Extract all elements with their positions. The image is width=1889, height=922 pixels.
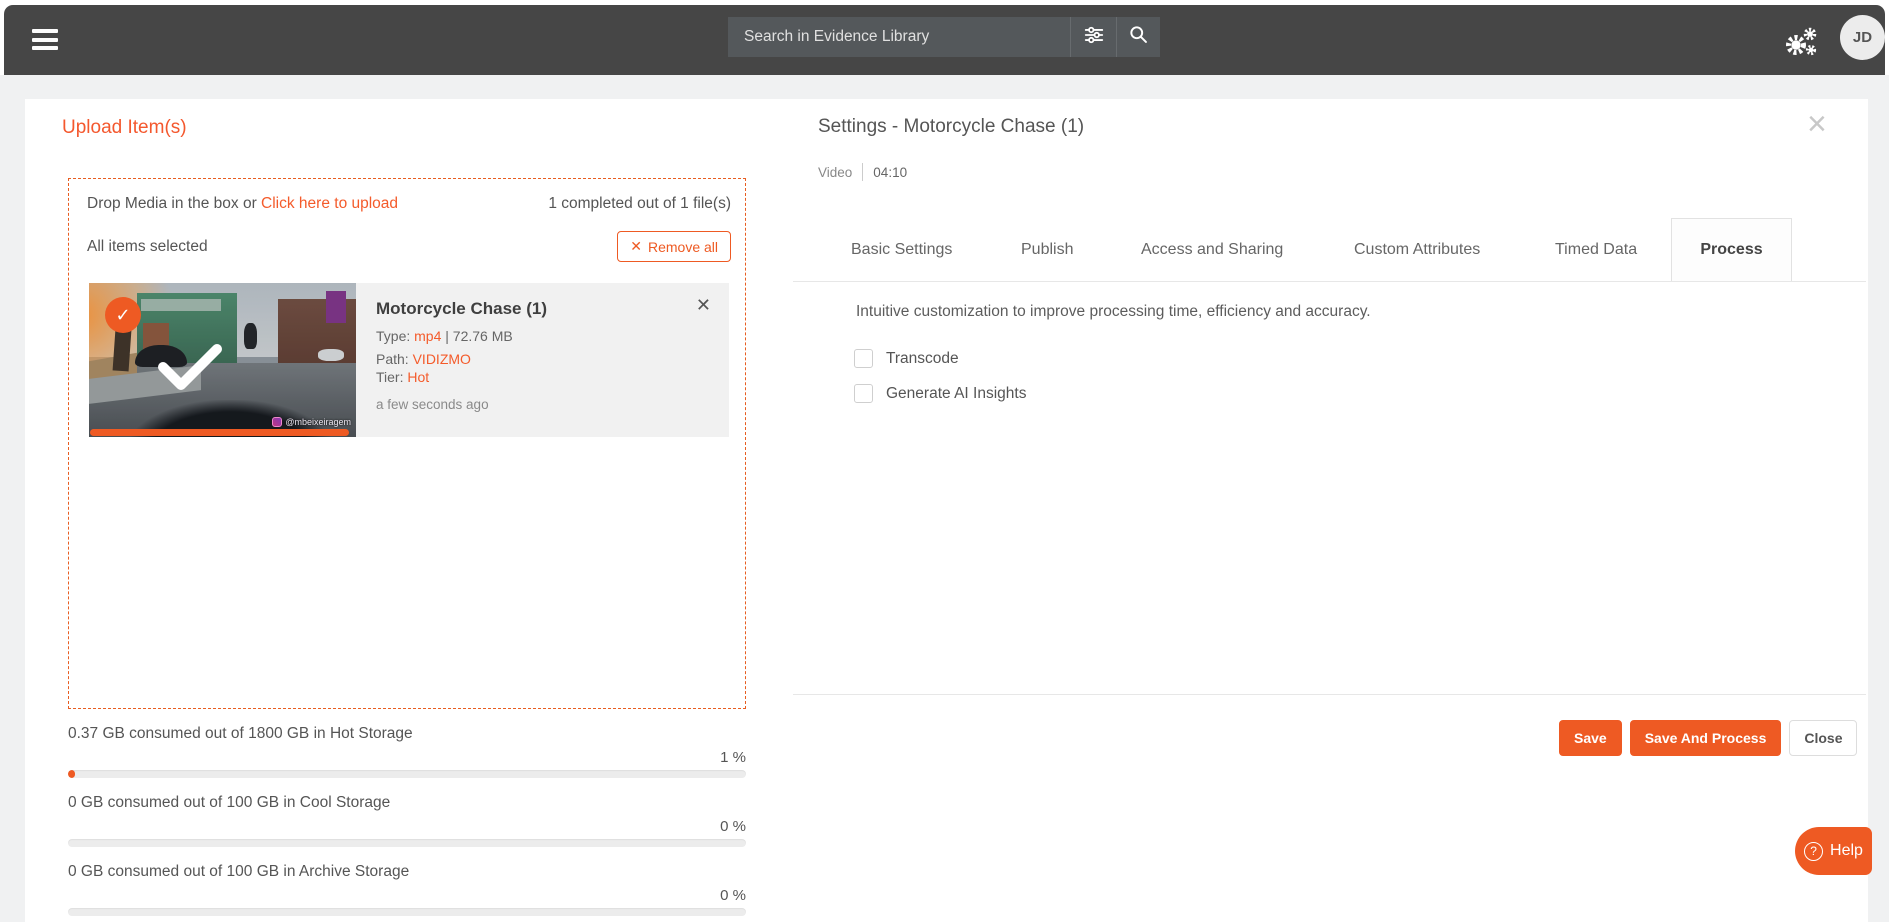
tier-label: Tier: — [376, 369, 408, 385]
file-details: Motorcycle Chase (1) Type: mp4 | 72.76 M… — [356, 283, 729, 437]
type-value: mp4 — [414, 328, 442, 344]
remove-all-button[interactable]: ✕ Remove all — [617, 231, 731, 262]
user-avatar[interactable]: JD — [1840, 15, 1885, 60]
file-thumbnail[interactable]: ✓ @mbeixeiragem — [89, 283, 356, 437]
generate-ai-insights-checkbox[interactable] — [854, 384, 873, 403]
media-type-label: Video — [818, 164, 853, 180]
click-to-upload-link[interactable]: Click here to upload — [261, 195, 398, 212]
archive-storage-label: 0 GB consumed out of 100 GB in Archive S… — [68, 863, 410, 880]
file-remove-icon[interactable]: ✕ — [696, 295, 711, 316]
path-label: Path: — [376, 351, 413, 367]
selection-status-text: All items selected — [87, 237, 208, 255]
help-question-icon: ? — [1804, 841, 1824, 861]
tab-custom-attributes[interactable]: Custom Attributes — [1354, 218, 1480, 282]
archive-storage-bar — [68, 908, 746, 916]
media-info-divider — [862, 163, 864, 181]
filter-button[interactable] — [1070, 17, 1116, 57]
type-label: Type: — [376, 328, 415, 344]
filter-sliders-icon — [1083, 24, 1105, 51]
tab-access-and-sharing[interactable]: Access and Sharing — [1141, 218, 1283, 282]
path-value[interactable]: VIDIZMO — [413, 351, 471, 367]
settings-footer-buttons: Save Save And Process Close — [1559, 720, 1858, 756]
settings-close-icon[interactable]: × — [1807, 107, 1827, 141]
cool-storage-percent: 0 % — [720, 818, 746, 835]
process-tab-description: Intuitive customization to improve proce… — [856, 303, 1371, 320]
tab-process[interactable]: Process — [1671, 218, 1792, 282]
media-duration: 04:10 — [873, 164, 908, 180]
archive-storage-percent: 0 % — [720, 887, 746, 904]
generate-ai-insights-label: Generate AI Insights — [886, 384, 1027, 402]
media-info-row: Video 04:10 — [818, 163, 907, 181]
settings-footer-divider — [793, 694, 1866, 695]
search-button[interactable] — [1116, 17, 1160, 57]
search-input[interactable] — [728, 17, 1070, 57]
save-button[interactable]: Save — [1559, 720, 1622, 756]
instagram-icon — [272, 417, 283, 427]
dropzone-header-row: Drop Media in the box or Click here to u… — [87, 195, 731, 213]
file-tier-line: Tier: Hot — [376, 369, 709, 385]
cool-storage-bar — [68, 839, 746, 847]
transcode-checkbox[interactable] — [854, 349, 873, 368]
tier-value[interactable]: Hot — [407, 369, 429, 385]
tab-publish[interactable]: Publish — [1021, 218, 1073, 282]
thumbnail-watermark: @mbeixeiragem — [272, 417, 351, 427]
archive-storage-meter: 0 GB consumed out of 100 GB in Archive S… — [68, 863, 746, 916]
main-content-card: Upload Item(s) Drop Media in the box or … — [25, 99, 1868, 922]
uploaded-file-card: ✓ @mbeixeiragem Motorcycle Chase (1) Typ… — [89, 283, 729, 437]
selected-checkmark-icon — [155, 341, 225, 398]
cool-storage-label: 0 GB consumed out of 100 GB in Cool Stor… — [68, 794, 391, 811]
transcode-label: Transcode — [886, 349, 959, 367]
upload-progress-summary: 1 completed out of 1 file(s) — [548, 195, 731, 212]
generate-ai-insights-option[interactable]: Generate AI Insights — [854, 384, 1026, 403]
upload-panel-title: Upload Item(s) — [62, 117, 187, 138]
settings-tabs: Basic Settings Publish Access and Sharin… — [793, 218, 1866, 282]
help-label: Help — [1830, 842, 1863, 859]
hot-storage-bar — [68, 770, 746, 778]
size-separator: | — [441, 328, 453, 344]
app-window: JD Upload Item(s) Drop Media in the box … — [0, 0, 1889, 922]
tab-timed-data[interactable]: Timed Data — [1555, 218, 1637, 282]
file-timestamp: a few seconds ago — [376, 397, 489, 412]
tab-basic-settings[interactable]: Basic Settings — [851, 218, 952, 282]
watermark-text: @mbeixeiragem — [285, 417, 351, 427]
settings-gears-icon[interactable] — [1782, 25, 1822, 59]
file-title: Motorcycle Chase (1) — [376, 299, 547, 318]
cool-storage-meter: 0 GB consumed out of 100 GB in Cool Stor… — [68, 794, 746, 847]
hot-storage-label: 0.37 GB consumed out of 1800 GB in Hot S… — [68, 725, 413, 742]
top-navigation-bar: JD — [4, 5, 1885, 75]
dropzone-instruction: Drop Media in the box or Click here to u… — [87, 195, 398, 213]
hot-storage-meter: 0.37 GB consumed out of 1800 GB in Hot S… — [68, 725, 746, 778]
settings-panel-title: Settings - Motorcycle Chase (1) — [818, 116, 1085, 137]
upload-progress-bar — [90, 429, 349, 436]
search-bar — [728, 17, 1160, 57]
hot-storage-percent: 1 % — [720, 749, 746, 766]
help-button[interactable]: ? Help — [1795, 827, 1872, 875]
transcode-option[interactable]: Transcode — [854, 349, 959, 368]
selected-badge-icon[interactable]: ✓ — [105, 297, 141, 333]
file-path-line: Path: VIDIZMO — [376, 351, 709, 367]
dropzone-text: Drop Media in the box or — [87, 195, 262, 212]
remove-all-x-icon: ✕ — [630, 238, 642, 254]
menu-icon[interactable] — [32, 29, 58, 51]
file-size: 72.76 MB — [452, 328, 513, 344]
save-and-process-button[interactable]: Save And Process — [1629, 720, 1782, 756]
tabs-underline — [793, 281, 1866, 282]
file-type-line: Type: mp4 | 72.76 MB — [376, 328, 709, 344]
hot-storage-bar-fill — [68, 770, 75, 778]
close-button[interactable]: Close — [1789, 720, 1858, 756]
remove-all-label: Remove all — [647, 238, 718, 255]
upload-dropzone[interactable]: Drop Media in the box or Click here to u… — [68, 178, 746, 709]
search-icon — [1128, 24, 1149, 50]
selection-row: All items selected ✕ Remove all — [87, 231, 731, 262]
